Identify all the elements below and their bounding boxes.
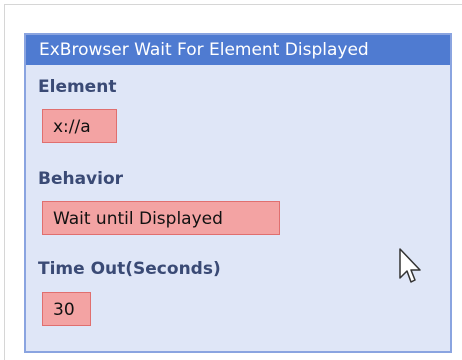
behavior-label: Behavior <box>38 169 124 189</box>
activity-card[interactable]: ExBrowser Wait For Element Displayed Ele… <box>24 33 452 353</box>
mouse-pointer-icon <box>399 248 421 283</box>
timeout-label: Time Out(Seconds) <box>38 259 221 279</box>
element-field[interactable]: x://a <box>42 109 117 143</box>
behavior-field[interactable]: Wait until Displayed <box>42 201 280 235</box>
timeout-field[interactable]: 30 <box>42 292 91 326</box>
element-label: Element <box>38 77 117 97</box>
activity-title[interactable]: ExBrowser Wait For Element Displayed <box>26 35 450 65</box>
